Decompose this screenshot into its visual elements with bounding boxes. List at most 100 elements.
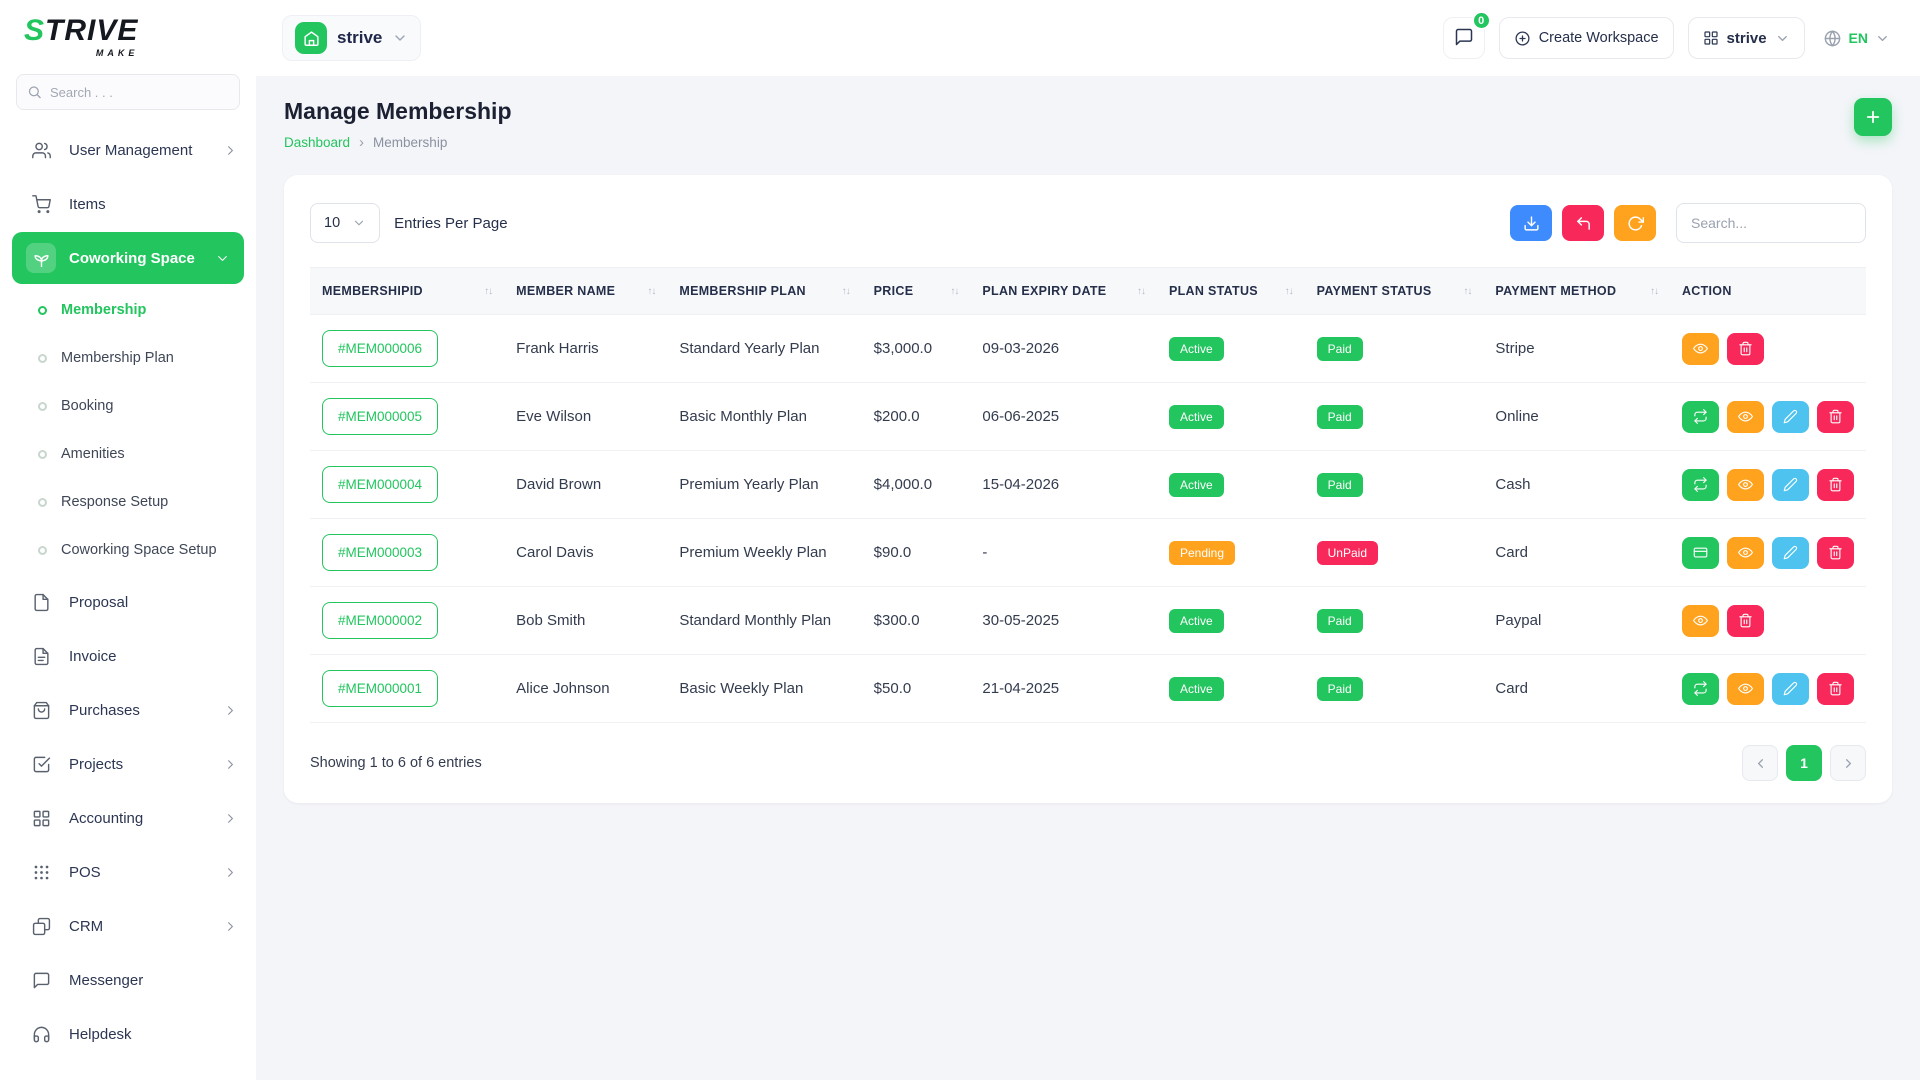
membership-id-badge[interactable]: #MEM000001 [322, 670, 438, 707]
sidebar-item-projects[interactable]: Projects [0, 738, 256, 790]
renew-button[interactable] [1682, 401, 1719, 433]
sidebar-item-crm[interactable]: CRM [0, 900, 256, 952]
column-header-price[interactable]: PRICE↑↓ [862, 268, 971, 315]
delete-button[interactable] [1727, 605, 1764, 637]
payment-status-badge: Paid [1317, 473, 1363, 497]
plan-status-badge: Active [1169, 609, 1224, 633]
edit-button[interactable] [1772, 537, 1809, 569]
create-workspace-button[interactable]: Create Workspace [1499, 17, 1674, 59]
sidebar-item-helpdesk[interactable]: Helpdesk [0, 1008, 256, 1060]
sidebar-item-label: Helpdesk [69, 1026, 238, 1043]
renew-button[interactable] [1682, 673, 1719, 705]
column-header-membershipid[interactable]: MEMBERSHIPID↑↓ [310, 268, 504, 315]
sidebar-item-label: Proposal [69, 594, 238, 611]
chevron-down-icon [352, 216, 366, 230]
export-button[interactable] [1510, 205, 1552, 241]
column-header-membership-plan[interactable]: MEMBERSHIP PLAN↑↓ [667, 268, 861, 315]
pagination-page-1[interactable]: 1 [1786, 745, 1822, 781]
chat-badge: 0 [1472, 11, 1491, 30]
eye-icon [1738, 545, 1753, 560]
sidebar-subitem-response-setup[interactable]: Response Setup [0, 478, 256, 526]
view-button[interactable] [1727, 537, 1764, 569]
pagination-prev-button[interactable] [1742, 745, 1778, 781]
chevron-right-icon [1841, 756, 1856, 771]
membership-table: MEMBERSHIPID↑↓MEMBER NAME↑↓MEMBERSHIP PL… [310, 267, 1866, 723]
membership-id-badge[interactable]: #MEM000002 [322, 602, 438, 639]
sort-icon: ↑↓ [1650, 286, 1658, 297]
breadcrumb-dashboard-link[interactable]: Dashboard [284, 135, 350, 150]
eye-icon [1693, 341, 1708, 356]
table-row: #MEM000004David BrownPremium Yearly Plan… [310, 451, 1866, 519]
sidebar-subitem-label: Response Setup [61, 494, 168, 510]
delete-button[interactable] [1817, 401, 1854, 433]
sidebar-subitem-amenities[interactable]: Amenities [0, 430, 256, 478]
sidebar-item-items[interactable]: Items [0, 178, 256, 230]
view-button[interactable] [1727, 469, 1764, 501]
sidebar-subitem-label: Booking [61, 398, 113, 414]
sidebar-item-coworking-space[interactable]: Coworking Space [12, 232, 244, 284]
edit-button[interactable] [1772, 469, 1809, 501]
workspace-select[interactable]: strive [1688, 17, 1805, 59]
copy-icon [26, 911, 56, 941]
payment-method-cell: Online [1483, 383, 1670, 451]
table-row: #MEM000006Frank HarrisStandard Yearly Pl… [310, 315, 1866, 383]
price-cell: $4,000.0 [862, 451, 971, 519]
sidebar-item-proposal[interactable]: Proposal [0, 576, 256, 628]
pay-button[interactable] [1682, 537, 1719, 569]
sidebar-item-pos[interactable]: POS [0, 846, 256, 898]
sidebar-item-messenger[interactable]: Messenger [0, 954, 256, 1006]
sidebar-subitem-coworking-space-setup[interactable]: Coworking Space Setup [0, 526, 256, 574]
column-header-plan-status[interactable]: PLAN STATUS↑↓ [1157, 268, 1305, 315]
membership-id-badge[interactable]: #MEM000005 [322, 398, 438, 435]
chat-button[interactable]: 0 [1443, 17, 1485, 59]
membership-id-badge[interactable]: #MEM000003 [322, 534, 438, 571]
sidebar-search-input[interactable] [16, 74, 240, 110]
sidebar-subitem-booking[interactable]: Booking [0, 382, 256, 430]
sidebar-subitem-membership-plan[interactable]: Membership Plan [0, 334, 256, 382]
sidebar-item-invoice[interactable]: Invoice [0, 630, 256, 682]
workspace-switcher[interactable]: strive [282, 15, 421, 61]
language-select[interactable]: EN [1819, 29, 1894, 48]
delete-button[interactable] [1817, 537, 1854, 569]
edit-button[interactable] [1772, 401, 1809, 433]
users-icon [26, 135, 56, 165]
chevron-down-icon [1875, 31, 1890, 46]
app-logo[interactable]: STRIVE MAKE [0, 0, 256, 66]
eye-icon [1738, 477, 1753, 492]
repeat-icon [1693, 409, 1708, 424]
membership-id-badge[interactable]: #MEM000006 [322, 330, 438, 367]
column-header-payment-method[interactable]: PAYMENT METHOD↑↓ [1483, 268, 1670, 315]
delete-button[interactable] [1817, 469, 1854, 501]
edit-button[interactable] [1772, 673, 1809, 705]
renew-button[interactable] [1682, 469, 1719, 501]
view-button[interactable] [1682, 605, 1719, 637]
column-header-plan-expiry-date[interactable]: PLAN EXPIRY DATE↑↓ [970, 268, 1157, 315]
pagination-next-button[interactable] [1830, 745, 1866, 781]
plan-expiry-cell: 06-06-2025 [970, 383, 1157, 451]
column-header-member-name[interactable]: MEMBER NAME↑↓ [504, 268, 667, 315]
sidebar-item-purchases[interactable]: Purchases [0, 684, 256, 736]
view-button[interactable] [1682, 333, 1719, 365]
sidebar-item-user-management[interactable]: User Management [0, 124, 256, 176]
row-actions [1682, 333, 1854, 365]
column-header-payment-status[interactable]: PAYMENT STATUS↑↓ [1305, 268, 1484, 315]
membership-plan-cell: Standard Yearly Plan [667, 315, 861, 383]
view-button[interactable] [1727, 673, 1764, 705]
refresh-button[interactable] [1614, 205, 1656, 241]
entries-per-page-select[interactable]: 10 [310, 203, 380, 243]
table-search-input[interactable] [1676, 203, 1866, 243]
eye-icon [1738, 409, 1753, 424]
sidebar-subitem-membership[interactable]: Membership [0, 286, 256, 334]
row-actions [1682, 401, 1854, 433]
membership-id-badge[interactable]: #MEM000004 [322, 466, 438, 503]
plus-circle-icon [1514, 30, 1531, 47]
sidebar-item-accounting[interactable]: Accounting [0, 792, 256, 844]
workspace-name: strive [337, 28, 382, 48]
view-button[interactable] [1727, 401, 1764, 433]
delete-button[interactable] [1817, 673, 1854, 705]
add-membership-button[interactable] [1854, 98, 1892, 136]
delete-button[interactable] [1727, 333, 1764, 365]
undo-button[interactable] [1562, 205, 1604, 241]
sort-icon: ↑↓ [1463, 286, 1471, 297]
plan-expiry-cell: - [970, 519, 1157, 587]
